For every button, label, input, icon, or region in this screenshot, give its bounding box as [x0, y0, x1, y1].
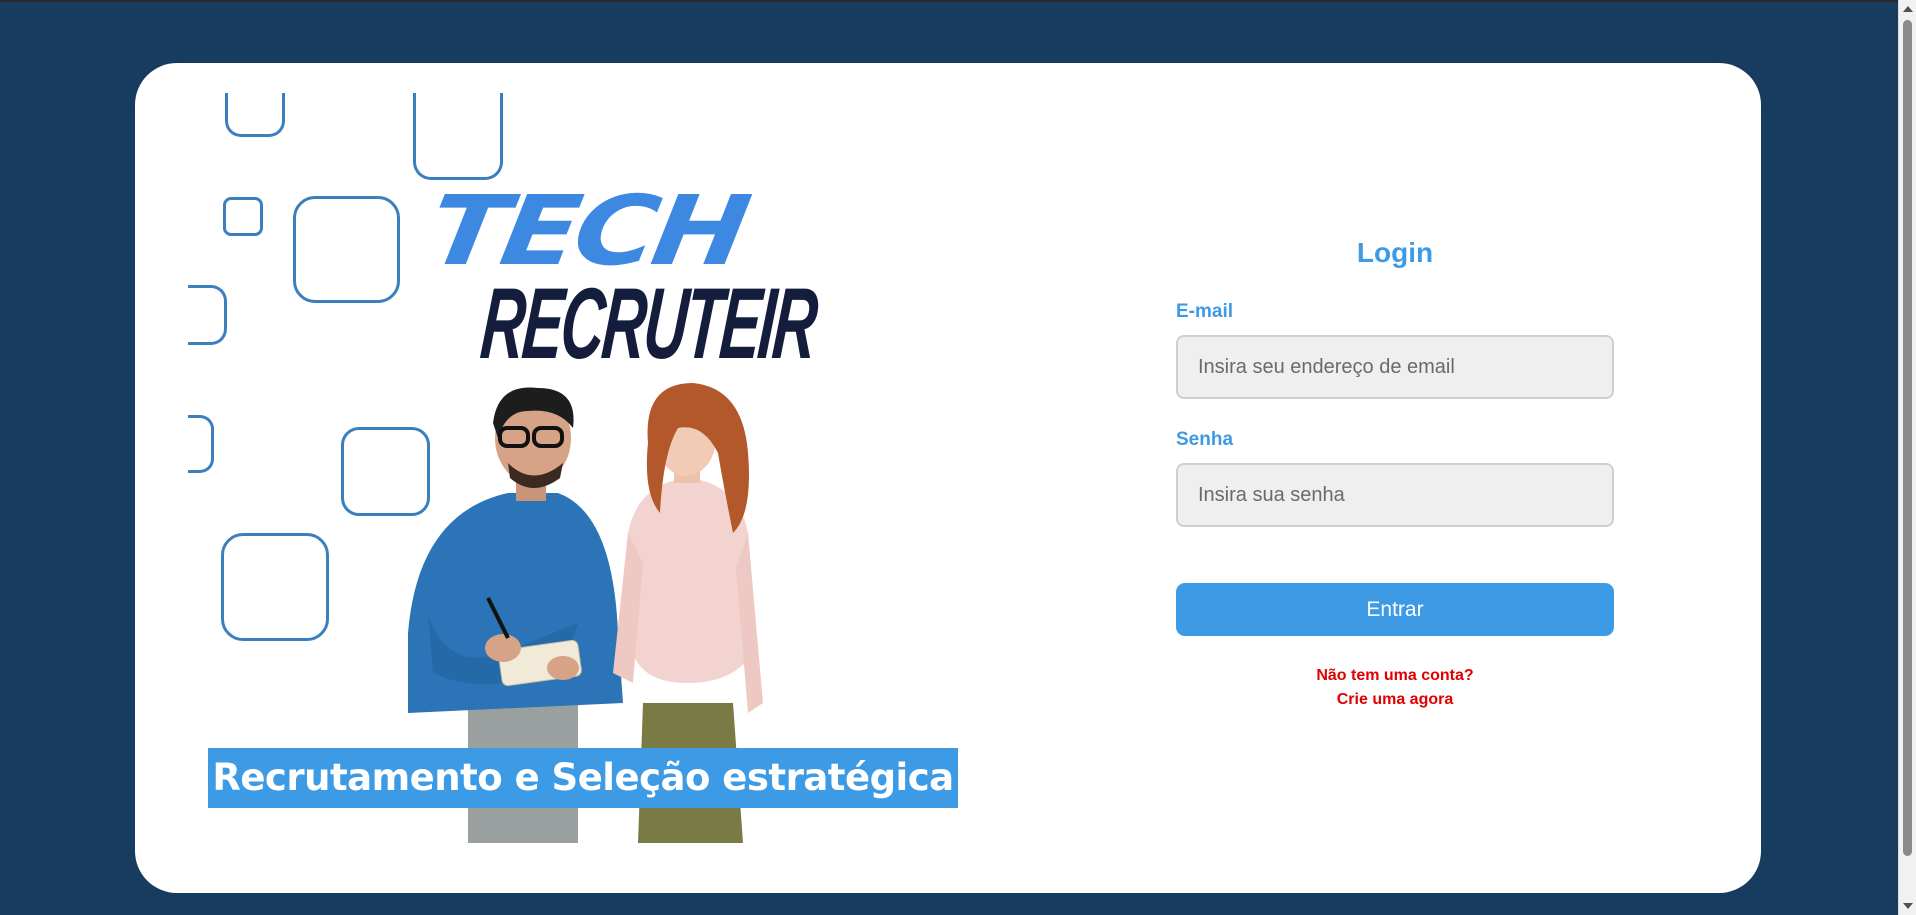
decorative-square — [221, 533, 329, 641]
decorative-square — [225, 93, 285, 137]
scroll-up-icon[interactable] — [1903, 6, 1913, 12]
login-title: Login — [1356, 237, 1434, 268]
scroll-thumb[interactable] — [1903, 20, 1912, 856]
email-field[interactable] — [1176, 335, 1614, 399]
decorative-square — [413, 93, 503, 180]
password-field[interactable] — [1176, 463, 1614, 527]
signup-create-link[interactable]: Crie uma agora — [1176, 688, 1614, 712]
decorative-square — [293, 196, 400, 303]
decorative-square — [188, 285, 227, 345]
login-form: Login E-mail Senha Entrar Não tem uma co… — [1176, 233, 1614, 712]
email-label: E-mail — [1176, 301, 1234, 322]
scroll-down-icon[interactable] — [1903, 903, 1913, 909]
vertical-scrollbar[interactable] — [1898, 0, 1916, 915]
hero-banner: TECH RECRUTEIR Recrutamento e Seleção es… — [188, 93, 958, 843]
login-button[interactable]: Entrar — [1176, 583, 1614, 636]
signup-link[interactable]: Não tem uma conta? Crie uma agora — [1176, 664, 1614, 712]
decorative-square — [188, 415, 214, 473]
password-label: Senha — [1176, 429, 1234, 450]
login-card: TECH RECRUTEIR Recrutamento e Seleção es… — [135, 63, 1761, 893]
logo-recruteir-text: RECRUTEIR — [476, 267, 820, 380]
signup-prompt[interactable]: Não tem uma conta? — [1176, 664, 1614, 688]
window-top-border — [0, 0, 1916, 2]
decorative-square — [223, 197, 263, 236]
tagline-banner: Recrutamento e Seleção estratégica — [208, 748, 958, 808]
logo-tech-text: TECH — [420, 175, 754, 287]
